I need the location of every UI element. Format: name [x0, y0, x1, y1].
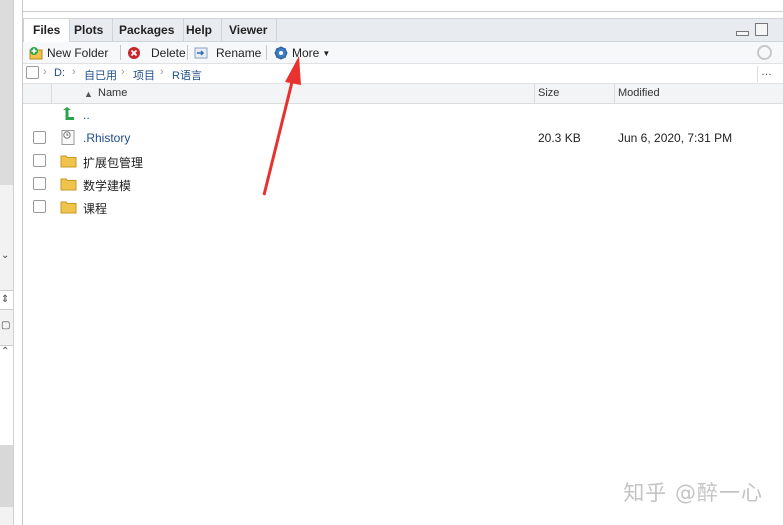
minimize-icon[interactable]	[735, 31, 749, 36]
rename-label: Rename	[216, 46, 262, 60]
parent-dir-link[interactable]: ..	[83, 108, 90, 122]
pane-top-strip	[23, 0, 783, 12]
chevron-right-icon: ›	[160, 66, 164, 78]
rename-icon	[194, 47, 208, 59]
tab-help[interactable]: Help	[177, 19, 223, 42]
folder-icon	[60, 201, 77, 214]
folder-name-link[interactable]: 数学建模	[83, 177, 131, 194]
row-checkbox[interactable]	[33, 200, 46, 213]
refresh-icon[interactable]	[757, 45, 772, 60]
column-header-modified[interactable]: Modified	[618, 87, 660, 99]
left-scroll-region[interactable]	[0, 0, 13, 185]
pane-window-controls	[733, 23, 768, 39]
chevron-right-icon: ›	[121, 66, 125, 78]
tab-packages[interactable]: Packages	[110, 19, 185, 42]
file-modified: Jun 6, 2020, 7:31 PM	[618, 131, 733, 145]
folder-name-link[interactable]: 课程	[83, 200, 107, 217]
maximize-icon[interactable]	[755, 23, 768, 36]
file-name-link[interactable]: .Rhistory	[83, 131, 130, 145]
file-list-header: ▲ Name Size Modified	[23, 84, 783, 104]
chevron-right-icon: ›	[72, 66, 76, 78]
chevron-up-icon[interactable]: ⌃	[1, 346, 9, 357]
rename-button[interactable]: Rename	[194, 44, 261, 62]
table-row[interactable]: 课程	[23, 196, 783, 219]
chevron-right-icon: ›	[43, 66, 47, 78]
column-header-size[interactable]: Size	[538, 87, 559, 99]
folder-name-link[interactable]: 扩展包管理	[83, 154, 143, 171]
more-button[interactable]: More ▼	[274, 44, 330, 62]
breadcrumb-item-drive[interactable]: D:	[54, 67, 65, 79]
breadcrumb-item-project[interactable]: 项目	[133, 67, 155, 83]
delete-icon	[128, 47, 140, 59]
row-checkbox[interactable]	[33, 154, 46, 167]
breadcrumb: › D: › 自已用 › 项目 › R语言 …	[23, 64, 783, 84]
watermark-text: 知乎 @醉一心	[623, 481, 763, 505]
tab-plots[interactable]: Plots	[65, 19, 114, 42]
history-file-icon	[61, 130, 75, 145]
select-all-checkbox[interactable]	[26, 66, 39, 79]
new-folder-icon	[29, 47, 43, 60]
more-options-icon[interactable]: …	[761, 66, 772, 78]
breadcrumb-item-current[interactable]: R语言	[172, 67, 202, 83]
tab-files[interactable]: Files	[23, 19, 71, 43]
files-pane: Files Plots Packages Help Viewer New Fol…	[22, 0, 783, 525]
table-row[interactable]: .Rhistory 20.3 KB Jun 6, 2020, 7:31 PM	[23, 127, 783, 150]
new-folder-label: New Folder	[47, 46, 109, 60]
chevron-down-icon[interactable]: ⌄	[1, 250, 9, 261]
tab-viewer[interactable]: Viewer	[220, 19, 278, 42]
folder-icon	[60, 155, 77, 168]
folder-icon	[60, 178, 77, 191]
gear-icon	[274, 46, 288, 60]
table-row[interactable]: 扩展包管理	[23, 150, 783, 173]
left-scroll-thumb[interactable]	[0, 445, 13, 507]
left-pane-edge: ⌄ ⇕ ▢ ⌃	[0, 0, 14, 525]
delete-label: Delete	[151, 46, 186, 60]
tab-bar: Files Plots Packages Help Viewer	[23, 18, 783, 43]
row-checkbox[interactable]	[33, 177, 46, 190]
files-toolbar: New Folder Delete Rename More ▼	[23, 42, 783, 64]
delete-button[interactable]: Delete	[127, 44, 186, 62]
more-label: More	[292, 46, 320, 60]
restore-icon[interactable]: ▢	[1, 320, 10, 331]
breadcrumb-item-folder[interactable]: 自已用	[84, 67, 117, 83]
spinner-icon[interactable]: ⇕	[1, 294, 9, 305]
list-item-parent[interactable]: ..	[23, 104, 783, 127]
table-row[interactable]: 数学建模	[23, 173, 783, 196]
sort-ascending-icon: ▲	[84, 89, 93, 99]
dropdown-caret-icon: ▼	[322, 49, 331, 58]
row-checkbox[interactable]	[33, 131, 46, 144]
file-size: 20.3 KB	[538, 131, 581, 145]
new-folder-button[interactable]: New Folder	[29, 44, 108, 62]
go-up-icon	[63, 107, 74, 120]
column-header-name[interactable]: Name	[98, 87, 127, 99]
